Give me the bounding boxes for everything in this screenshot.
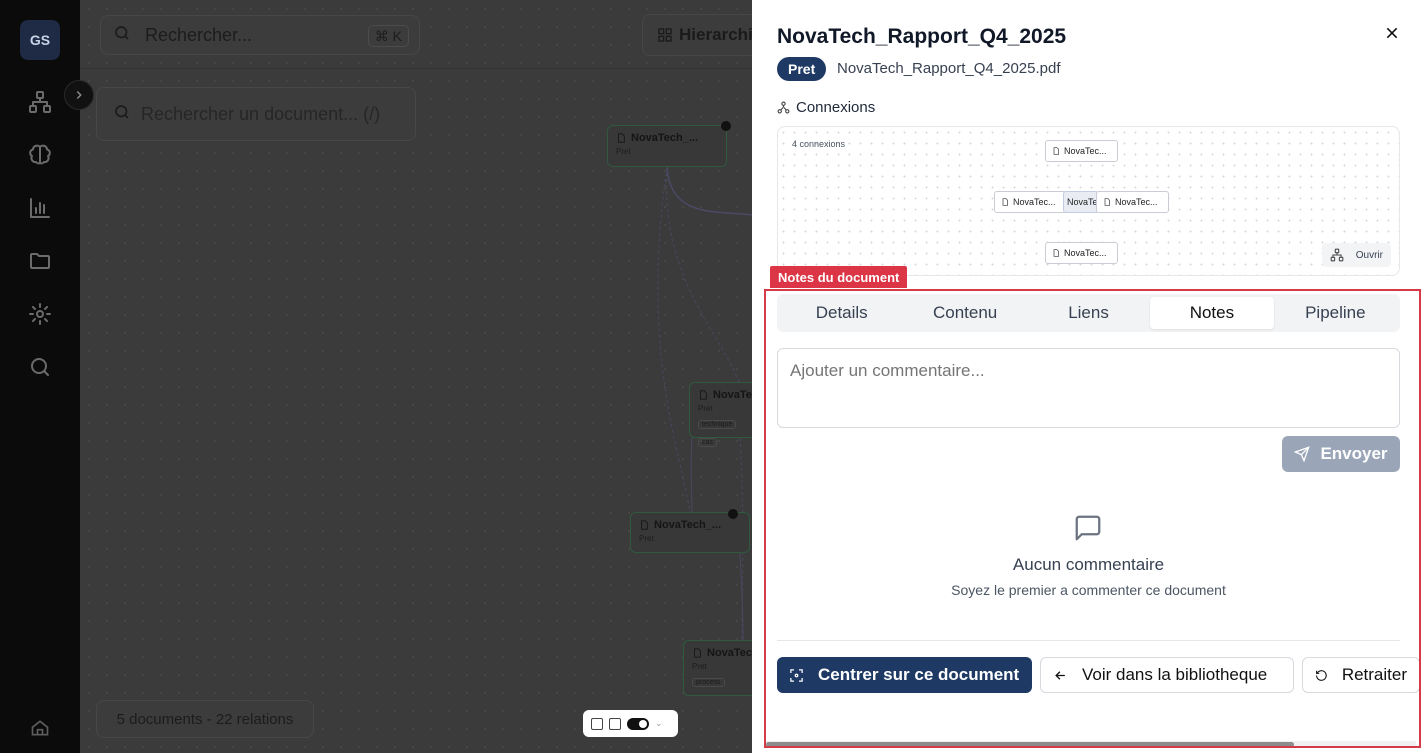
file-icon — [1053, 249, 1059, 257]
comment-input[interactable] — [777, 348, 1400, 428]
center-document-label: Centrer sur ce document — [818, 665, 1020, 684]
graph-node-status: Pret — [692, 662, 707, 671]
graph-node-title: NovaTec — [707, 647, 752, 659]
file-icon — [700, 390, 707, 400]
mini-graph-node-label: NovaTec... — [1064, 146, 1107, 156]
graph-node-status: Pret — [698, 404, 713, 413]
retry-button[interactable]: Retraiter — [1302, 657, 1420, 693]
brain-icon[interactable] — [26, 141, 54, 169]
tab-liens[interactable]: Liens — [1027, 297, 1150, 329]
center-document-button[interactable]: Centrer sur ce document — [777, 657, 1032, 693]
file-icon — [1104, 198, 1110, 206]
bar-chart-icon[interactable] — [26, 194, 54, 222]
node-badge — [721, 121, 731, 131]
graph-summary: 5 documents - 22 relations — [96, 700, 314, 738]
mini-graph-node[interactable]: NovaTec... — [1096, 191, 1169, 213]
scrollbar-thumb[interactable] — [766, 742, 1294, 747]
close-icon — [1386, 27, 1398, 39]
document-title: NovaTech_Rapport_Q4_2025 — [777, 25, 1067, 48]
view-library-button[interactable]: Voir dans la bibliotheque — [1040, 657, 1294, 693]
mini-graph-node-label: NovaTec... — [1115, 197, 1158, 207]
canvas-mini-toolbar: ⌄ — [583, 710, 678, 737]
open-graph-label: Ouvrir — [1355, 249, 1383, 261]
file-icon — [641, 520, 648, 530]
mini-graph-node[interactable]: NovaTec... — [1045, 242, 1118, 264]
file-icon — [1053, 147, 1059, 155]
mini-graph-node[interactable]: NovaTec... — [1045, 140, 1118, 162]
graph-node-tag: technique — [698, 420, 737, 429]
connections-label: Connexions — [796, 99, 876, 116]
folder-icon[interactable] — [26, 247, 54, 275]
home-icon[interactable] — [30, 718, 50, 743]
node-badge — [728, 509, 738, 519]
close-panel-button[interactable] — [1381, 22, 1403, 44]
chevron-right-icon — [76, 90, 82, 100]
document-detail-panel: NovaTech_Rapport_Q4_2025 Pret NovaTech_R… — [752, 0, 1424, 753]
app-logo[interactable]: GS — [20, 20, 60, 60]
detail-tabs: Details Contenu Liens Notes Pipeline — [777, 294, 1400, 332]
graph-node-title: NovaTec — [713, 389, 752, 401]
file-icon — [1002, 198, 1008, 206]
tab-contenu[interactable]: Contenu — [903, 297, 1026, 329]
mini-graph-node-label: NovaTe — [1067, 197, 1098, 207]
rotate-ccw-icon — [1316, 669, 1327, 681]
empty-state-subtitle: Soyez le premier a commenter ce document — [951, 582, 1226, 598]
connections-graph[interactable]: 4 connexions NovaTec... NovaTec... NovaT… — [777, 126, 1400, 276]
empty-state-title: Aucun commentaire — [1012, 555, 1165, 574]
graph-node-status: Pret — [639, 534, 654, 543]
add-node-icon[interactable] — [609, 717, 621, 730]
mini-graph-node-label: NovaTec... — [1064, 248, 1107, 258]
actions-divider — [777, 640, 1400, 641]
tab-details[interactable]: Details — [780, 297, 903, 329]
tab-pipeline[interactable]: Pipeline — [1274, 297, 1397, 329]
document-file-name: NovaTech_Rapport_Q4_2025.pdf — [837, 60, 1061, 77]
status-badge: Pret — [777, 57, 827, 81]
view-library-label: Voir dans la bibliotheque — [1082, 665, 1268, 684]
tab-notes[interactable]: Notes — [1150, 297, 1274, 329]
file-icon — [618, 133, 625, 143]
graph-node-title: NovaTech_... — [631, 132, 699, 144]
graph-node[interactable]: NovaTec Pret process — [683, 640, 752, 696]
hierarchy-icon — [1330, 248, 1344, 262]
sidebar-collapse-button[interactable] — [64, 80, 94, 110]
hierarchy-icon[interactable] — [26, 88, 54, 116]
file-icon — [694, 648, 701, 658]
graph-canvas: Rechercher... ⌘ K Hierarchie Rechercher … — [80, 0, 752, 753]
select-tool-icon[interactable] — [591, 717, 603, 730]
search-icon[interactable] — [26, 353, 54, 381]
connections-count: 4 connexions — [792, 139, 846, 149]
highlight-label: Notes du document — [770, 266, 908, 288]
focus-icon — [790, 668, 803, 682]
settings-icon[interactable] — [26, 300, 54, 328]
horizontal-scrollbar[interactable] — [766, 741, 1416, 748]
graph-node[interactable]: NovaTec Pret technique cas — [689, 382, 752, 447]
retry-label: Retraiter — [1341, 665, 1407, 684]
connections-heading: Connexions — [777, 99, 875, 116]
graph-node-status: Pret — [616, 147, 631, 156]
app-sidebar: GS — [0, 0, 80, 753]
mini-graph-node[interactable]: NovaTec... — [994, 191, 1067, 213]
mini-graph-node-current[interactable]: NovaTe — [1063, 191, 1099, 213]
chevron-down-icon[interactable]: ⌄ — [655, 718, 663, 729]
network-icon — [777, 101, 790, 114]
graph-node-tag: cas — [698, 438, 717, 447]
graph-node-tag: process — [692, 678, 725, 687]
send-icon — [1294, 446, 1311, 462]
graph-edges — [657, 166, 752, 641]
message-square-icon — [1073, 513, 1103, 548]
mini-graph-node-label: NovaTec... — [1013, 197, 1056, 207]
graph-node-title: NovaTech_... — [654, 519, 722, 531]
arrow-left-icon — [1055, 670, 1065, 680]
view-toggle[interactable] — [627, 717, 649, 730]
open-graph-button[interactable]: Ouvrir — [1321, 243, 1391, 267]
graph-node[interactable]: NovaTech_... Pret — [607, 125, 727, 167]
send-label: Envoyer — [1320, 444, 1388, 463]
send-comment-button[interactable]: Envoyer — [1282, 436, 1400, 472]
